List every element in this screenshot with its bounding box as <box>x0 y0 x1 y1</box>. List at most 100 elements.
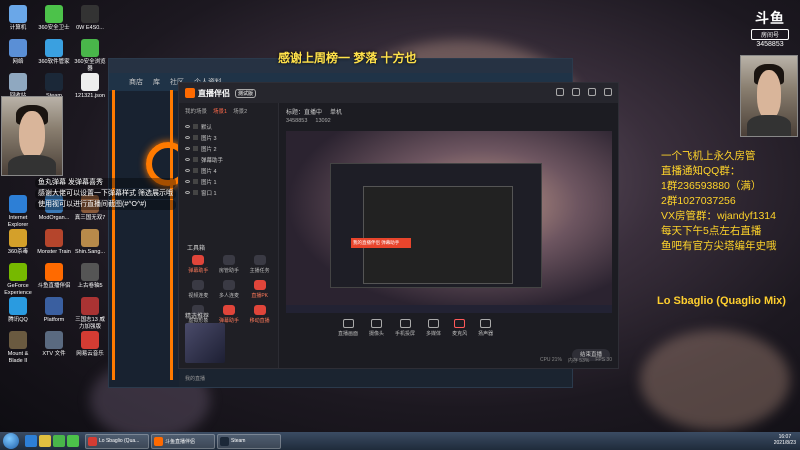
tab-scene-2[interactable]: 场景2 <box>233 107 247 115</box>
camera-control[interactable]: 摄像头 <box>369 319 384 337</box>
folder-quicklaunch-icon[interactable] <box>39 435 51 447</box>
minimize-icon[interactable] <box>588 88 596 96</box>
scene-item[interactable]: 窗口 1 <box>185 187 272 198</box>
eye-icon[interactable] <box>185 180 190 183</box>
scene-item-label: 图片 2 <box>201 146 217 153</box>
desktop-icon-label: Monster Train <box>37 249 71 255</box>
tool-icon <box>192 280 205 290</box>
desktop-icon[interactable]: 腾讯QQ <box>1 297 35 324</box>
tool-button[interactable]: 主播任务 <box>244 255 275 274</box>
eye-icon[interactable] <box>185 147 190 150</box>
desktop-icon-label: GeForce Experience <box>4 283 32 296</box>
announcement-line: 直播通知QQ群： <box>661 165 741 177</box>
mic-control[interactable]: 麦克风 <box>452 319 467 337</box>
promo-thumbnail[interactable] <box>185 323 225 363</box>
app-icon <box>9 229 27 247</box>
eye-icon[interactable] <box>185 191 190 194</box>
control-label: 摄像头 <box>369 331 385 337</box>
app-title: 直播伴侣 <box>198 88 230 98</box>
eye-icon[interactable] <box>185 158 190 161</box>
source-type-icon <box>193 190 198 195</box>
desktop-icon[interactable]: 三国志13 威力加强版 <box>73 297 107 330</box>
announcement-line: 一个飞机上永久房管 <box>661 150 756 162</box>
desktop-icon[interactable]: 网络 <box>1 39 35 66</box>
cpu-status: CPU 21% <box>539 357 562 363</box>
desktop-icon-label: 上古卷轴5 <box>77 283 103 289</box>
scene-control[interactable]: 直播画面 <box>338 319 358 337</box>
browser-quicklaunch-icon[interactable] <box>53 435 65 447</box>
desktop-icon[interactable]: Monster Train <box>37 229 71 256</box>
desktop-icon-label: 斗鱼直播伴侣 <box>37 283 71 289</box>
scene-item[interactable]: 图片 2 <box>185 143 272 154</box>
message-icon[interactable] <box>572 88 580 96</box>
desktop-icon[interactable]: 360安全卫士 <box>37 5 71 32</box>
scene-item[interactable]: 弹幕助手 <box>185 154 272 165</box>
desktop-icon[interactable]: 360安全浏览器 <box>73 39 107 72</box>
tab-my-scenes[interactable]: 我的场景 <box>185 107 207 115</box>
tool-button[interactable]: 视频连麦 <box>183 280 214 299</box>
desktop-icon[interactable]: Mount & Blade II <box>1 331 35 364</box>
tool-button[interactable]: 直播PK <box>244 280 275 299</box>
desktop-icon[interactable]: 360软件管家 <box>37 39 71 66</box>
speaker-control[interactable]: 扬声器 <box>478 319 493 337</box>
store-nav-item[interactable]: 商店 <box>129 77 143 87</box>
scene-item-label: 图片 4 <box>201 168 217 175</box>
scene-item[interactable]: 图片 1 <box>185 176 272 187</box>
desktop-icon[interactable]: 计算机 <box>1 5 35 32</box>
room-category[interactable]: 单机 <box>330 107 342 116</box>
eye-icon[interactable] <box>185 169 190 172</box>
desktop-icon[interactable]: XTV 文件 <box>37 331 71 358</box>
room-title[interactable]: 直播中 <box>304 110 322 116</box>
tab-scene-1[interactable]: 场景1 <box>213 107 227 115</box>
taskbar-button-label: Steam <box>231 438 246 444</box>
ie-quicklaunch-icon[interactable] <box>25 435 37 447</box>
desktop-icon[interactable]: 上古卷轴5 <box>73 263 107 290</box>
taskbar-window-button[interactable]: Steam <box>217 433 281 449</box>
desktop-icon[interactable]: 0W E4S0... <box>73 5 107 32</box>
taskbar-window-button[interactable]: Lo Sbaglio (Qua... <box>85 433 149 449</box>
settings-icon[interactable] <box>556 88 564 96</box>
desktop-icon[interactable]: GeForce Experience <box>1 263 35 296</box>
start-button[interactable] <box>3 433 19 449</box>
live-preview[interactable]: 我的直播伴侣 弹幕助手 <box>286 131 612 313</box>
desktop-icon-label: 真三国无双7 <box>74 215 106 221</box>
desktop-icon-label: 计算机 <box>9 25 27 31</box>
phone-cast-control[interactable]: 手机投屏 <box>395 319 415 337</box>
media-control[interactable]: 多媒体 <box>426 319 441 337</box>
my-live-link[interactable]: 我的直播 <box>185 375 205 382</box>
security-quicklaunch-icon[interactable] <box>67 435 79 447</box>
tool-icon <box>222 280 235 290</box>
scene-item[interactable]: 图片 4 <box>185 165 272 176</box>
tool-button[interactable]: 移动直播 <box>244 305 275 324</box>
system-clock[interactable]: 16:07 2021/8/23 <box>774 434 796 446</box>
scene-item-label: 弹幕助手 <box>201 157 224 164</box>
desktop-icon[interactable]: Shin.Sang... <box>73 229 107 256</box>
desktop-icon[interactable]: Platform <box>37 297 71 324</box>
danmu-list: 鱼丸弹幕 发弹幕喜秀 感谢大佬可以设置一下弹幕样式 筛选展示哦 使用视可以进行直播间… <box>35 178 176 211</box>
tool-button[interactable]: 弹幕助手 <box>214 305 245 324</box>
announcement-line: 1群236593880（满） <box>661 180 762 192</box>
desktop-icon[interactable]: 网易云音乐 <box>73 331 107 358</box>
store-nav-item[interactable]: 库 <box>153 77 160 87</box>
speaker-icon <box>480 319 492 328</box>
desktop-icon[interactable]: 斗鱼直播伴侣 <box>37 263 71 290</box>
desktop-icon[interactable]: 360杀毒 <box>1 229 35 256</box>
tool-button[interactable]: 弹幕助手 <box>183 255 214 274</box>
app-titlebar[interactable]: 直播伴侣 测试版 <box>179 83 618 103</box>
desktop-icon[interactable]: Internet Explorer <box>1 195 35 228</box>
app-icon <box>9 331 27 349</box>
eye-icon[interactable] <box>185 125 190 128</box>
eye-icon[interactable] <box>185 136 190 139</box>
scene-item[interactable]: 默认 <box>185 121 272 132</box>
window-app-icon <box>88 436 97 446</box>
now-playing: Lo Sbaglio (Quaglio Mix) <box>657 295 786 307</box>
tool-label: 移动直播 <box>249 318 270 324</box>
control-label: 手机投屏 <box>395 331 416 337</box>
taskbar-window-button[interactable]: 斗鱼直播伴侣 <box>151 433 215 449</box>
close-icon[interactable] <box>604 88 612 96</box>
desktop-icon[interactable]: 121321.json <box>73 73 107 100</box>
scene-item[interactable]: 图片 3 <box>185 132 272 143</box>
live-companion-window[interactable]: 直播伴侣 测试版 我的场景 场景1 场景2 默认 图片 3 图片 2 弹幕助手 图片 4… <box>178 82 619 382</box>
tool-button[interactable]: 房管助手 <box>214 255 245 274</box>
tool-button[interactable]: 多人连麦 <box>214 280 245 299</box>
